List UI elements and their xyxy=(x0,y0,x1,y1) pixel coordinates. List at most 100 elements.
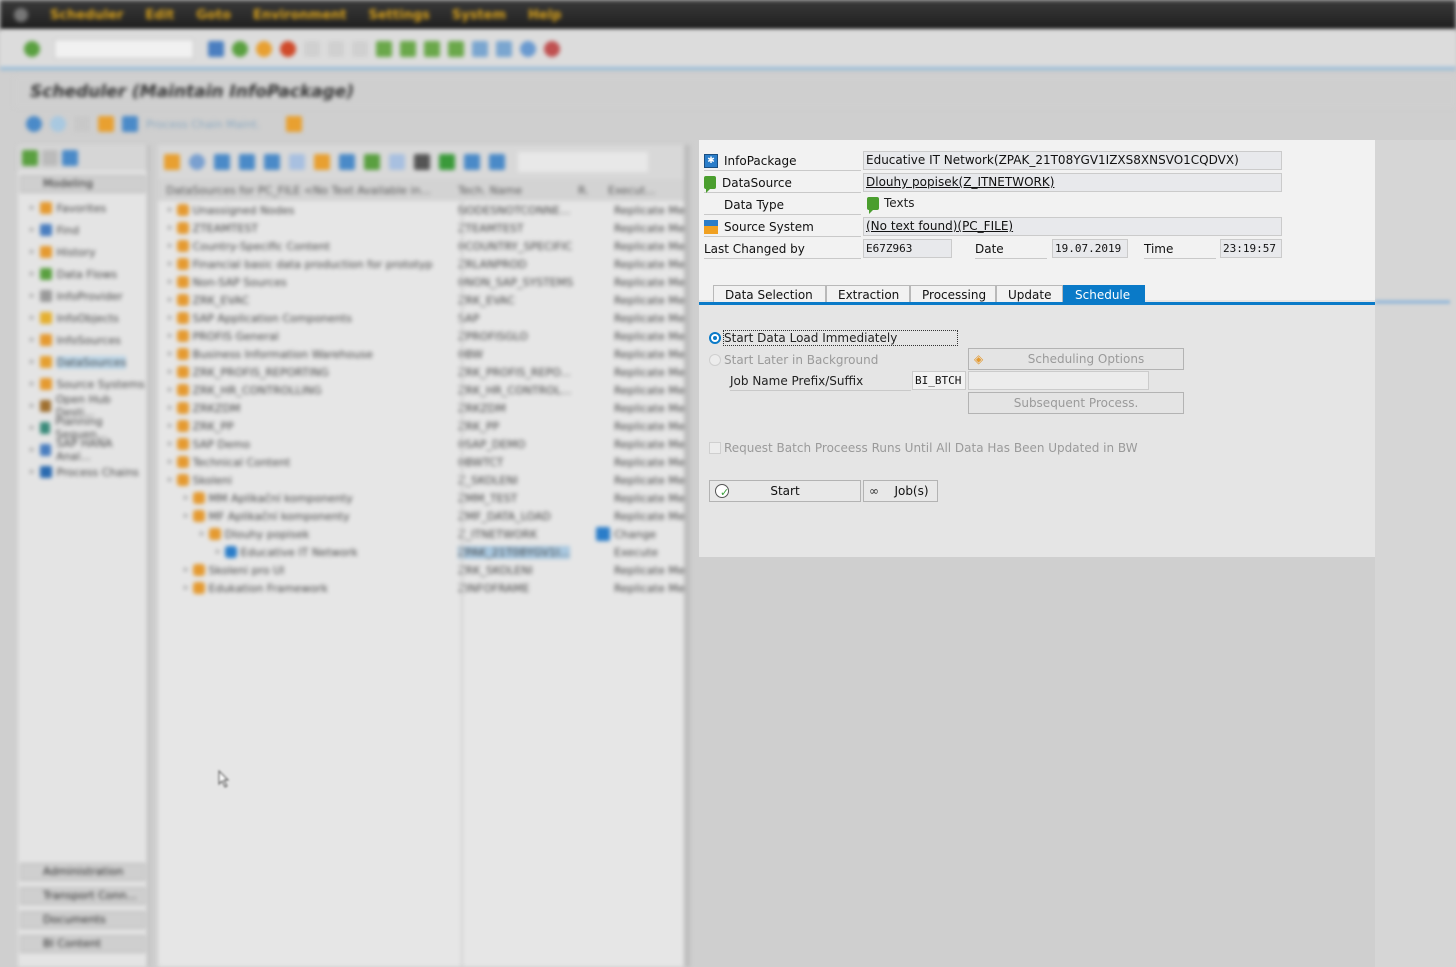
expand-icon[interactable]: ▸ xyxy=(30,291,35,301)
tree-node-exec[interactable]: Replicate Me xyxy=(614,474,694,487)
tree-tool-icon[interactable] xyxy=(189,154,205,170)
tree-row[interactable]: ▸ ZRKZDM ZRKZDM Replicate Me xyxy=(158,399,685,417)
expand-icon[interactable]: ▸ xyxy=(168,367,173,377)
tree-toggle-icon[interactable] xyxy=(22,150,38,166)
other-object-icon[interactable] xyxy=(98,116,114,132)
tree-node-exec[interactable]: Replicate Me xyxy=(614,312,694,325)
tree-tool-icon[interactable] xyxy=(314,154,330,170)
tree-edit-icon[interactable] xyxy=(42,150,58,166)
tree-node-exec[interactable]: Replicate Me xyxy=(614,492,694,505)
tree-node[interactable]: ▸ Financial basic data production for pro… xyxy=(158,258,458,271)
job-name-prefix-field[interactable]: BI_BTCH xyxy=(912,371,966,390)
nav-item-process-chains[interactable]: ▸ Process Chains xyxy=(18,461,147,483)
tree-node-exec[interactable]: Replicate Me xyxy=(614,258,694,271)
expand-icon[interactable]: ▸ xyxy=(168,349,173,359)
expand-icon[interactable]: ▸ xyxy=(168,439,173,449)
tree-node[interactable]: ▸ Dlouhy popisek xyxy=(158,528,458,541)
tree-row[interactable]: ▸ PROFIS General ZPROFISGLO Replicate Me xyxy=(158,327,685,345)
tree-node-exec[interactable]: Replicate Me xyxy=(614,348,694,361)
tree-tool-icon[interactable] xyxy=(289,154,305,170)
tree-node[interactable]: ▸ Country-Specific Content xyxy=(158,240,458,253)
check-icon[interactable] xyxy=(122,116,138,132)
column-header-r[interactable]: R. xyxy=(578,184,608,197)
find-icon[interactable] xyxy=(328,40,344,57)
tree-row[interactable]: ▸ ZTEAMTEST ZTEAMTEST Replicate Me xyxy=(158,219,685,237)
request-batch-label[interactable]: Request Batch Proceess Runs Until All Da… xyxy=(724,441,1138,455)
tree-row[interactable]: ▸ Country-Specific Content 0COUNTRY_SPECIF… xyxy=(158,237,685,255)
expand-icon[interactable]: ▸ xyxy=(30,247,35,257)
menu-goto[interactable]: Goto xyxy=(196,8,231,23)
nav-section-bi-content[interactable]: BI Content xyxy=(20,935,145,953)
scheduling-options-button[interactable]: ◈ Scheduling Options xyxy=(968,348,1184,370)
save-icon[interactable] xyxy=(208,40,224,57)
tree-row[interactable]: ▸ Non-SAP Sources 0NON_SAP_SYSTEMS Replicat… xyxy=(158,273,685,291)
tree-tool-icon[interactable] xyxy=(439,154,455,170)
tree-node-exec[interactable]: Change xyxy=(614,528,694,541)
column-separator[interactable] xyxy=(461,201,463,967)
shortcut-icon[interactable] xyxy=(496,40,512,57)
tree-node[interactable]: ▸ ZTEAMTEST xyxy=(158,222,458,235)
tree-tool-icon[interactable] xyxy=(214,154,230,170)
prev-page-icon[interactable] xyxy=(400,40,416,57)
source-system-link[interactable]: (No text found)(PC_FILE) xyxy=(863,217,1282,236)
nav-item-find[interactable]: ▸ Find xyxy=(18,219,147,241)
column-header-tech-name[interactable]: Tech. Name xyxy=(458,184,578,197)
tree-node[interactable]: ▸ MF Aplikační komponenty xyxy=(158,510,458,523)
expand-icon[interactable]: ▸ xyxy=(168,385,173,395)
cancel-icon[interactable] xyxy=(280,40,296,57)
tree-row[interactable]: ▸ Business Information Warehouse 0BW Replic… xyxy=(158,345,685,363)
tree-tool-icon[interactable] xyxy=(264,154,280,170)
tree-row[interactable]: ▸ Dlouhy popisek Z_ITNETWORK Change xyxy=(158,525,684,543)
tree-node-exec[interactable]: Replicate Me xyxy=(614,564,694,577)
back-icon[interactable] xyxy=(232,40,248,57)
edit-badge-icon[interactable] xyxy=(596,527,610,541)
tree-node-exec[interactable]: Replicate Me xyxy=(614,366,694,379)
tree-tool-icon[interactable] xyxy=(414,154,430,170)
tree-row[interactable]: ▸ MM Aplikační komponenty ZMM_TEST Replicat… xyxy=(158,489,685,507)
nav-item-source-systems[interactable]: ▸ Source Systems xyxy=(18,373,147,395)
expand-icon[interactable]: ▸ xyxy=(168,241,173,251)
tree-tool-icon[interactable] xyxy=(239,154,255,170)
expand-icon[interactable]: ▸ xyxy=(168,313,173,323)
exit-icon[interactable] xyxy=(256,40,272,57)
expand-icon[interactable]: ▸ xyxy=(184,493,189,503)
tree-node[interactable]: ▸ ZRK_PROFIS_REPORTING xyxy=(158,366,458,379)
back-nav-icon[interactable] xyxy=(26,116,42,132)
start-later-option[interactable]: Start Later in Background xyxy=(709,351,878,369)
tree-row[interactable]: ▸ ZRK_EVAC ZRK_EVAC Replicate Me xyxy=(158,291,685,309)
column-header-name[interactable]: DataSources for PC_FILE <No Text Availab… xyxy=(158,184,458,197)
last-page-icon[interactable] xyxy=(448,40,464,57)
nav-item-history[interactable]: ▸ History xyxy=(18,241,147,263)
print-icon[interactable] xyxy=(304,40,320,57)
help-icon[interactable] xyxy=(520,40,536,57)
tree-node[interactable]: ▸ Edukation Framework xyxy=(158,582,458,595)
tree-node-exec[interactable]: Replicate Me xyxy=(614,510,694,523)
nav-item-infoobjects[interactable]: ▸ InfoObjects xyxy=(18,307,147,329)
expand-icon[interactable]: ▸ xyxy=(168,223,173,233)
tree-row[interactable]: ▸ MF Aplikační komponenty ZMF_DATA_LOAD Rep… xyxy=(158,507,685,525)
start-later-radio[interactable] xyxy=(709,354,721,366)
command-field[interactable] xyxy=(54,38,194,59)
nav-item-infosources[interactable]: ▸ InfoSources xyxy=(18,329,147,351)
tree-row[interactable]: ▸ ZRK_PP ZRK_PP Replicate Me xyxy=(158,417,685,435)
tree-node[interactable]: ▸ MM Aplikační komponenty xyxy=(158,492,458,505)
expand-icon[interactable]: ▸ xyxy=(184,565,189,575)
nav-section-modeling[interactable]: Modeling xyxy=(20,175,145,193)
start-later-label[interactable]: Start Later in Background xyxy=(724,353,878,367)
tree-tool-icon[interactable] xyxy=(339,154,355,170)
monitor-icon[interactable] xyxy=(286,116,303,132)
expand-icon[interactable]: ▸ xyxy=(30,467,35,477)
nav-section-transport[interactable]: Transport Conn... xyxy=(20,887,145,905)
tree-tool-icon[interactable] xyxy=(389,154,405,170)
nav-section-documents[interactable]: Documents xyxy=(20,911,145,929)
filter-icon[interactable] xyxy=(464,154,480,170)
expand-icon[interactable]: ▸ xyxy=(168,403,173,413)
nav-section-administration[interactable]: Administration xyxy=(20,863,145,881)
tree-row[interactable]: ▸ ZRK_PROFIS_REPORTING ZRK_PROFIS_REPO... R… xyxy=(158,363,685,381)
nav-item-planning-sequen[interactable]: ▸ Planning Sequen... xyxy=(18,415,147,441)
forward-nav-icon[interactable] xyxy=(50,116,66,132)
tree-node-exec[interactable]: Replicate Me xyxy=(614,438,694,451)
expand-icon[interactable]: ▸ xyxy=(30,225,35,235)
tree-node[interactable]: ▸ PROFIS General xyxy=(158,330,458,343)
expand-icon[interactable]: ▸ xyxy=(168,421,173,431)
